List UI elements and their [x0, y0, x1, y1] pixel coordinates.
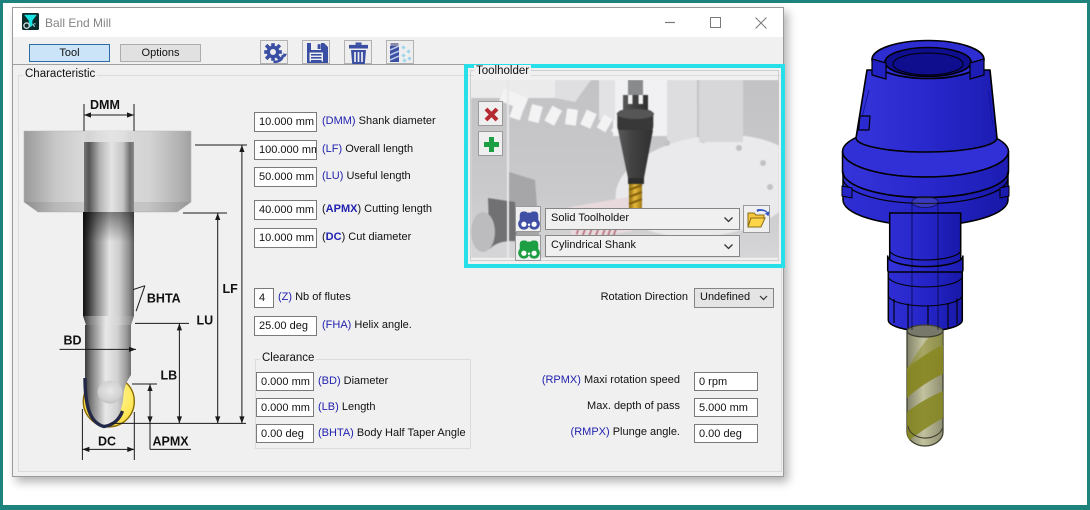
svg-text:APMX: APMX — [153, 435, 190, 449]
svg-text:BD: BD — [64, 334, 82, 348]
svg-text:LF: LF — [223, 282, 239, 296]
svg-text:DC: DC — [98, 435, 116, 449]
svg-text:LU: LU — [197, 314, 214, 328]
svg-text:DMM: DMM — [90, 98, 120, 112]
svg-text:LB: LB — [161, 369, 178, 383]
svg-text:BHTA: BHTA — [147, 291, 181, 305]
